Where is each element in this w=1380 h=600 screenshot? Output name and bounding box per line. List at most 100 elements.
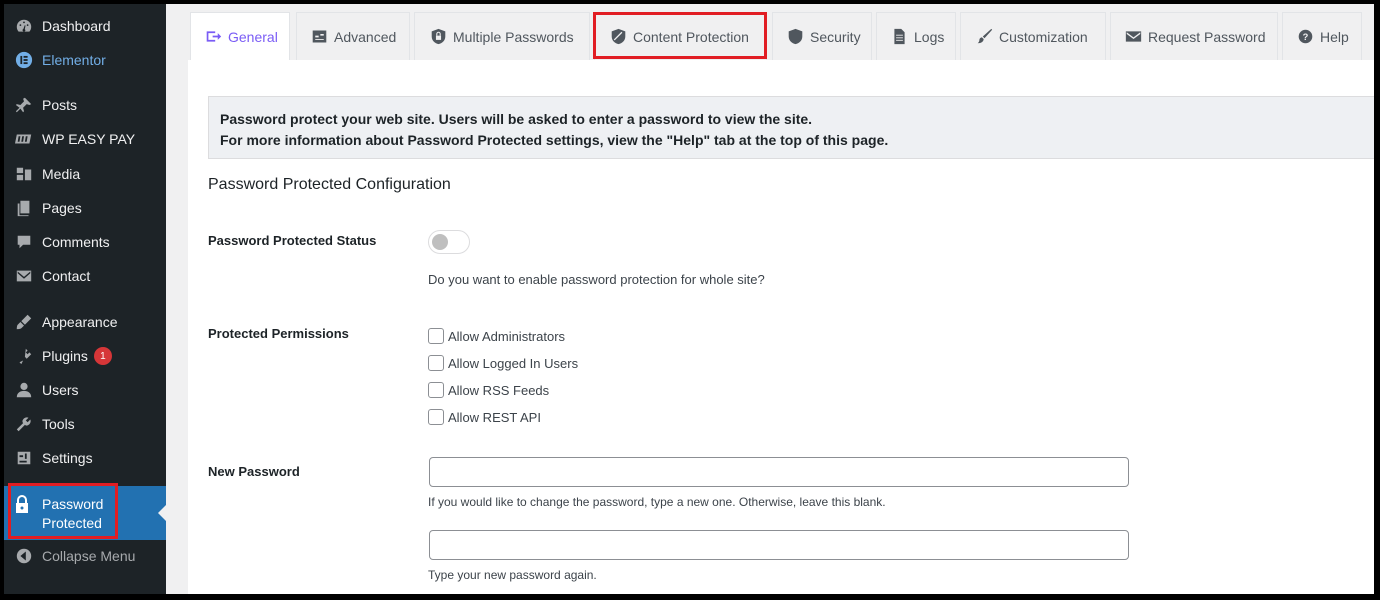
sidebar-item-posts[interactable]: Posts <box>4 88 166 122</box>
settings-icon <box>14 448 34 468</box>
sidebar-item-plugins[interactable]: Plugins 1 <box>4 339 166 373</box>
toggle-knob <box>432 234 448 250</box>
allow-rss-feeds-checkbox[interactable]: Allow RSS Feeds <box>428 382 549 398</box>
tab-customization[interactable]: Customization <box>960 12 1106 60</box>
info-notice: Password protect your web site. Users wi… <box>208 96 1374 159</box>
sidebar-item-label: Comments <box>42 234 110 250</box>
tab-label: Customization <box>999 28 1088 45</box>
wp-easy-pay-icon <box>14 129 34 149</box>
elementor-icon <box>14 50 34 70</box>
notice-line-1: Password protect your web site. Users wi… <box>220 111 813 127</box>
collapse-menu-button[interactable]: Collapse Menu <box>4 539 166 573</box>
tab-label: Request Password <box>1148 28 1266 45</box>
sidebar-item-label: Settings <box>42 450 93 466</box>
sidebar-item-tools[interactable]: Tools <box>4 407 166 441</box>
sidebar-item-label: Appearance <box>42 314 118 330</box>
help-icon: ? <box>1297 28 1314 46</box>
sidebar-item-pages[interactable]: Pages <box>4 191 166 225</box>
tab-logs[interactable]: Logs <box>876 12 956 60</box>
sidebar-item-label: WP EASY PAY <box>42 131 136 147</box>
sidebar-item-dashboard[interactable]: Dashboard <box>4 9 166 43</box>
sidebar-item-label: Pages <box>42 200 82 216</box>
brush-icon <box>14 312 34 332</box>
current-menu-arrow <box>158 505 166 521</box>
main-content: General Advanced Multiple Passwords Cont… <box>188 4 1374 594</box>
sidebar-item-comments[interactable]: Comments <box>4 225 166 259</box>
shield-icon <box>787 28 804 46</box>
shield-lock-icon <box>429 28 447 46</box>
checkbox-label: Allow Logged In Users <box>448 355 579 371</box>
highlight-box-sidebar <box>8 483 118 539</box>
sidebar-item-elementor[interactable]: Elementor <box>4 43 166 77</box>
collapse-menu-label: Collapse Menu <box>42 548 136 564</box>
new-password-label: New Password <box>208 464 300 479</box>
sidebar-item-media[interactable]: Media <box>4 157 166 191</box>
pages-icon <box>14 198 34 218</box>
comment-icon <box>14 232 34 252</box>
tab-label: Logs <box>914 28 945 45</box>
collapse-icon <box>14 546 34 566</box>
password-protected-status-toggle[interactable] <box>428 230 470 254</box>
checkbox-box[interactable] <box>428 382 444 398</box>
dashboard-icon <box>14 16 34 36</box>
sidebar-item-settings[interactable]: Settings <box>4 441 166 475</box>
svg-text:?: ? <box>1303 32 1309 42</box>
sidebar-item-label: Tools <box>42 416 75 432</box>
paintbrush-icon <box>975 28 993 46</box>
advanced-icon <box>311 28 328 46</box>
new-password-input[interactable] <box>429 457 1129 487</box>
user-icon <box>14 380 34 400</box>
sidebar-item-label: Posts <box>42 97 78 113</box>
plugins-update-badge: 1 <box>93 347 112 365</box>
tab-multiple-passwords[interactable]: Multiple Passwords <box>414 12 590 60</box>
media-icon <box>14 164 34 184</box>
tab-label: Advanced <box>334 28 397 45</box>
plugin-icon <box>14 346 34 366</box>
new-password-hint: If you would like to change the password… <box>428 495 886 509</box>
checkbox-box[interactable] <box>428 409 444 425</box>
tab-general[interactable]: General <box>190 12 290 60</box>
tab-label: Multiple Passwords <box>453 28 574 45</box>
sidebar-item-label: Media <box>42 166 81 182</box>
tab-request-password[interactable]: Request Password <box>1110 12 1278 60</box>
section-heading: Password Protected Configuration <box>208 176 451 193</box>
envelope-icon <box>1125 28 1142 46</box>
sidebar-item-label: Plugins <box>42 348 88 364</box>
tab-label: General <box>228 28 278 45</box>
tab-advanced[interactable]: Advanced <box>296 12 410 60</box>
pin-icon <box>14 95 34 115</box>
checkbox-label: Allow RSS Feeds <box>448 382 550 398</box>
tab-label: Help <box>1320 28 1349 45</box>
status-label: Password Protected Status <box>208 233 377 248</box>
sidebar-item-label: Elementor <box>42 52 106 68</box>
sidebar-item-wp-easy-pay[interactable]: WP EASY PAY <box>4 122 166 156</box>
notice-line-2: For more information about Password Prot… <box>220 132 889 148</box>
checkbox-box[interactable] <box>428 328 444 344</box>
allow-administrators-checkbox[interactable]: Allow Administrators <box>428 328 565 344</box>
sidebar-item-label: Contact <box>42 268 91 284</box>
allow-rest-api-checkbox[interactable]: Allow REST API <box>428 409 541 425</box>
sidebar-item-contact[interactable]: Contact <box>4 259 166 293</box>
sidebar-item-users[interactable]: Users <box>4 373 166 407</box>
sidebar-item-label: Dashboard <box>42 18 111 34</box>
checkbox-label: Allow Administrators <box>448 328 566 344</box>
status-description: Do you want to enable password protectio… <box>428 272 765 287</box>
sidebar-item-appearance[interactable]: Appearance <box>4 305 166 339</box>
mail-icon <box>14 266 34 286</box>
checkbox-box[interactable] <box>428 355 444 371</box>
permissions-label: Protected Permissions <box>208 326 349 341</box>
document-icon <box>891 28 908 46</box>
tab-label: Security <box>810 28 861 45</box>
sidebar-item-label: Users <box>42 382 79 398</box>
confirm-password-input[interactable] <box>429 530 1129 560</box>
confirm-password-hint: Type your new password again. <box>428 568 597 582</box>
checkbox-label: Allow REST API <box>448 409 541 425</box>
highlight-box-tab <box>593 12 767 59</box>
allow-logged-in-users-checkbox[interactable]: Allow Logged In Users <box>428 355 578 371</box>
tab-security[interactable]: Security <box>772 12 872 60</box>
settings-tabs: General Advanced Multiple Passwords Cont… <box>188 4 1374 60</box>
wrench-icon <box>14 414 34 434</box>
general-icon <box>205 28 222 46</box>
admin-sidebar: Dashboard Elementor Posts WP EASY PAY Me… <box>4 4 166 594</box>
tab-help[interactable]: ? Help <box>1282 12 1362 60</box>
